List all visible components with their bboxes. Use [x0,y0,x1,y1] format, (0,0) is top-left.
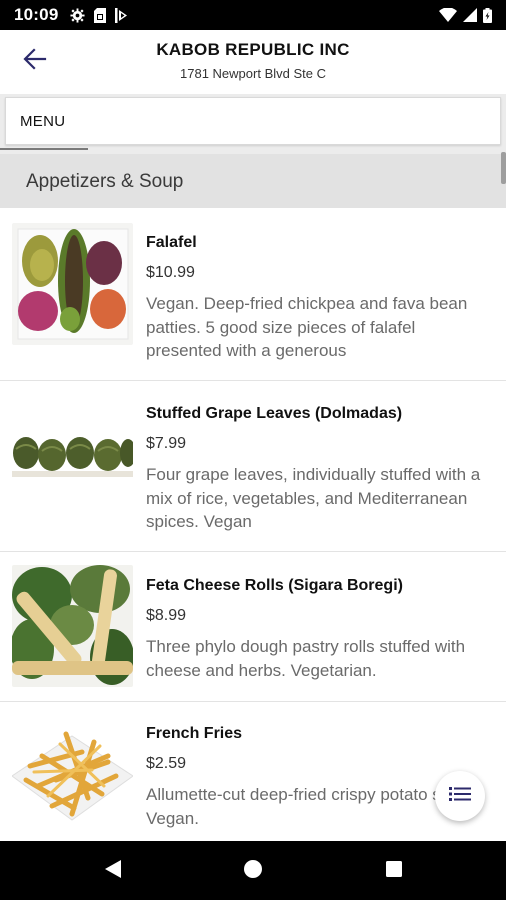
tab-menu[interactable]: MENU [5,97,501,145]
item-price: $10.99 [146,264,195,281]
item-name: Stuffed Grape Leaves (Dolmadas) [146,405,403,422]
item-description: Three phylo dough pastry rolls stuffed w… [146,637,466,680]
list-icon [449,786,471,807]
download-status-icon [115,7,128,23]
status-right-icons [439,7,492,23]
sim-card-icon [94,7,107,23]
scrollbar-thumb[interactable] [501,152,506,184]
tab-menu-label: MENU [20,113,66,130]
restaurant-address: 1781 Newport Blvd Ste C [180,66,326,81]
tab-indicator [0,148,88,150]
tab-bar: MENU [0,94,506,154]
menu-item[interactable]: French Fries $2.59 Allumette-cut deep-fr… [0,702,506,840]
item-name: Falafel [146,234,197,251]
item-name: Feta Cheese Rolls (Sigara Boregi) [146,577,403,594]
menu-item[interactable]: Falafel $10.99 Vegan. Deep-fried chickpe… [0,208,506,381]
restaurant-name: KABOB REPUBLIC INC [156,40,350,59]
category-header: Appetizers & Soup [0,154,506,208]
system-nav-bar [0,841,506,900]
item-price: $2.59 [146,755,187,772]
app-header: KABOB REPUBLIC INC 1781 Newport Blvd Ste… [0,30,506,94]
nav-recents-button[interactable] [381,858,407,884]
item-text: Feta Cheese Rolls (Sigara Boregi) $8.99 … [146,576,494,682]
gear-icon [70,7,86,23]
menu-item[interactable]: Stuffed Grape Leaves (Dolmadas) $7.99 Fo… [0,381,506,552]
item-text: Falafel $10.99 Vegan. Deep-fried chickpe… [146,233,494,363]
wifi-icon [439,8,457,22]
nav-home-button[interactable] [240,858,266,884]
nav-back-button[interactable] [100,858,126,884]
item-image-dolmadas [12,429,133,485]
category-title: Appetizers & Soup [26,171,184,192]
item-price: $7.99 [146,435,187,452]
status-time: 10:09 [14,5,59,24]
status-left-icons [70,7,128,23]
battery-icon [483,7,492,23]
item-name: French Fries [146,725,243,742]
category-list-button[interactable] [435,771,485,821]
item-text: Stuffed Grape Leaves (Dolmadas) $7.99 Fo… [146,404,494,534]
item-image-falafel [12,223,133,345]
home-circle-icon [243,859,263,884]
back-triangle-icon [104,859,122,884]
status-bar: 10:09 [0,0,506,30]
menu-item[interactable]: Feta Cheese Rolls (Sigara Boregi) $8.99 … [0,552,506,702]
item-description: Vegan. Deep-fried chickpea and fava bean… [146,294,468,360]
signal-icon [463,8,477,22]
item-price: $8.99 [146,607,187,624]
item-image-french-fries [12,716,133,840]
menu-item-list: Falafel $10.99 Vegan. Deep-fried chickpe… [0,208,506,840]
item-image-feta-rolls [12,565,133,687]
recents-square-icon [385,860,403,883]
item-description: Four grape leaves, individually stuffed … [146,465,481,531]
